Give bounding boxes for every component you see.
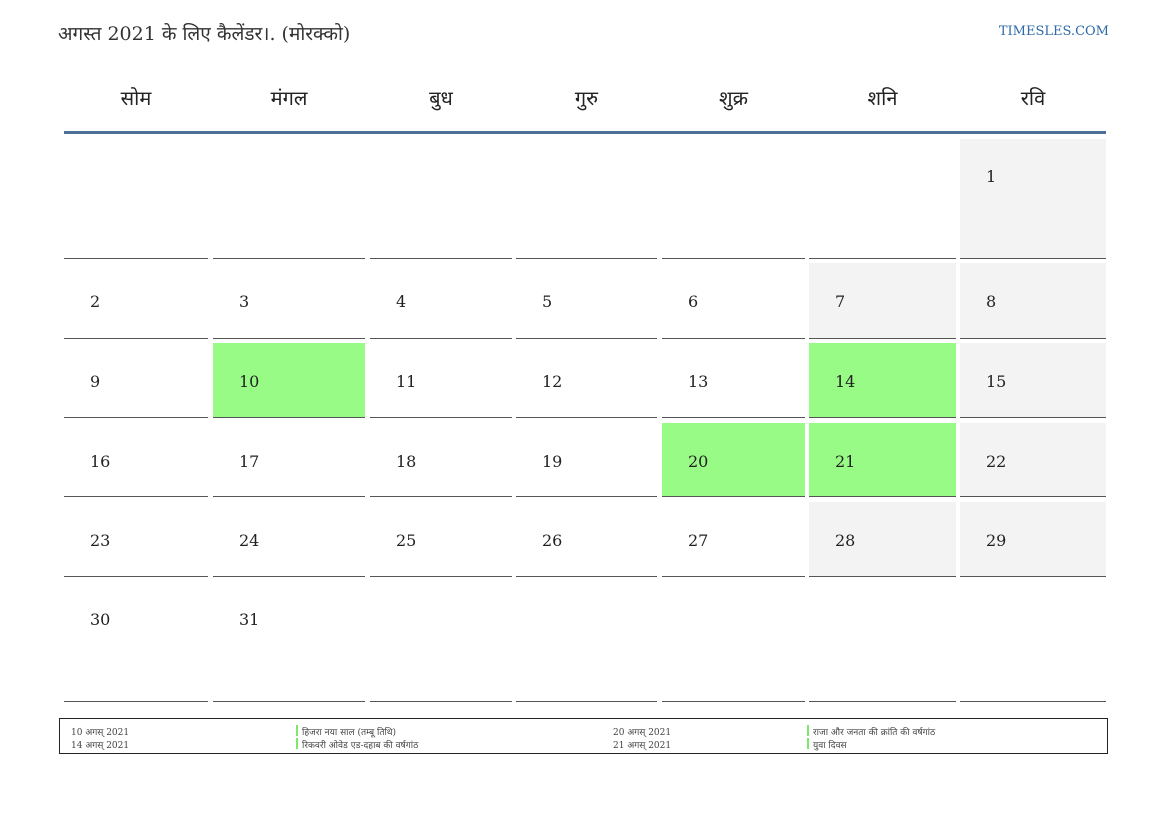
day-number: 21 [835, 452, 856, 471]
weekend-day-cell: 22 [960, 423, 1106, 497]
holiday-legend: 10 अगस् 2021 हिजरा नया साल (तम्बू तिथि) … [59, 718, 1108, 754]
day-number: 16 [90, 452, 111, 471]
day-number: 8 [986, 292, 997, 311]
day-number: 29 [986, 531, 1007, 550]
weekday-sun: रवि [1020, 86, 1046, 110]
weekend-day-cell: 28 [809, 502, 956, 577]
holiday-day-cell: 21 [809, 423, 956, 497]
day-number: 14 [835, 372, 856, 391]
weekend-day-cell: 29 [960, 502, 1106, 577]
day-number: 7 [835, 292, 846, 311]
day-cell: 25 [370, 502, 512, 577]
day-number: 24 [239, 531, 260, 550]
day-number: 31 [239, 610, 260, 629]
empty-day-cell [213, 139, 365, 259]
weekend-day-cell: 1 [960, 139, 1106, 259]
day-number: 23 [90, 531, 111, 550]
day-number: 15 [986, 372, 1007, 391]
weekday-wed: बुध [429, 86, 453, 110]
legend-date: 10 अगस् 2021 [71, 728, 130, 738]
day-cell: 18 [370, 423, 512, 497]
empty-day-cell [516, 139, 657, 259]
day-cell: 4 [370, 263, 512, 339]
weekend-day-cell: 15 [960, 343, 1106, 418]
empty-day-cell [370, 139, 512, 259]
weekday-thu: गुरु [574, 86, 599, 110]
weekday-mon: सोम [120, 86, 152, 110]
empty-day-cell [809, 582, 956, 702]
empty-day-cell [662, 139, 805, 259]
day-number: 13 [688, 372, 709, 391]
empty-day-cell [809, 139, 956, 259]
day-number: 19 [542, 452, 563, 471]
day-number: 22 [986, 452, 1007, 471]
header-divider [64, 131, 1106, 134]
day-number: 26 [542, 531, 563, 550]
weekend-day-cell: 8 [960, 263, 1106, 339]
day-cell: 6 [662, 263, 805, 339]
day-cell: 23 [64, 502, 208, 577]
day-cell: 17 [213, 423, 365, 497]
day-cell: 12 [516, 343, 657, 418]
holiday-day-cell: 10 [213, 343, 365, 418]
day-number: 2 [90, 292, 101, 311]
legend-holiday-name: हिजरा नया साल (तम्बू तिथि) [296, 725, 396, 738]
day-cell: 3 [213, 263, 365, 339]
page-title: अगस्त 2021 के लिए कैलेंडर।. (मोरक्को) [58, 23, 351, 45]
legend-holiday-name: रिकवरी ओवेड एड-दहाब की वर्षगांठ [296, 738, 418, 751]
legend-holiday-name: राजा और जनता की क्रांति की वर्षगांठ [807, 725, 935, 738]
legend-date: 20 अगस् 2021 [613, 728, 672, 738]
day-number: 17 [239, 452, 260, 471]
site-link[interactable]: TIMESLES.COM [999, 24, 1109, 39]
day-number: 28 [835, 531, 856, 550]
legend-date: 14 अगस् 2021 [71, 741, 130, 751]
day-number: 1 [986, 167, 997, 186]
day-cell: 5 [516, 263, 657, 339]
day-number: 25 [396, 531, 417, 550]
day-number: 4 [396, 292, 407, 311]
empty-day-cell [64, 139, 208, 259]
day-cell: 24 [213, 502, 365, 577]
empty-day-cell [960, 582, 1106, 702]
day-number: 20 [688, 452, 709, 471]
day-number: 10 [239, 372, 260, 391]
day-cell: 13 [662, 343, 805, 418]
day-cell: 9 [64, 343, 208, 418]
day-cell: 16 [64, 423, 208, 497]
weekend-day-cell: 7 [809, 263, 956, 339]
weekday-sat: शनि [867, 86, 898, 110]
weekday-tue: मंगल [270, 86, 308, 110]
day-cell: 2 [64, 263, 208, 339]
day-number: 5 [542, 292, 553, 311]
day-number: 9 [90, 372, 101, 391]
day-cell: 19 [516, 423, 657, 497]
weekday-header: सोम मंगल बुध गुरु शुक्र शनि रवि [64, 80, 1106, 116]
day-cell: 26 [516, 502, 657, 577]
empty-day-cell [516, 582, 657, 702]
holiday-day-cell: 20 [662, 423, 805, 497]
day-cell: 30 [64, 582, 208, 702]
legend-holiday-name: युवा दिवस [807, 738, 847, 751]
day-number: 27 [688, 531, 709, 550]
legend-date: 21 अगस् 2021 [613, 741, 672, 751]
day-number: 12 [542, 372, 563, 391]
holiday-day-cell: 14 [809, 343, 956, 418]
day-number: 11 [396, 372, 417, 391]
day-number: 3 [239, 292, 250, 311]
day-cell: 31 [213, 582, 365, 702]
day-number: 6 [688, 292, 699, 311]
day-cell: 11 [370, 343, 512, 418]
weekday-fri: शुक्र [719, 86, 748, 110]
day-cell: 27 [662, 502, 805, 577]
empty-day-cell [662, 582, 805, 702]
empty-day-cell [370, 582, 512, 702]
day-number: 30 [90, 610, 111, 629]
day-number: 18 [396, 452, 417, 471]
